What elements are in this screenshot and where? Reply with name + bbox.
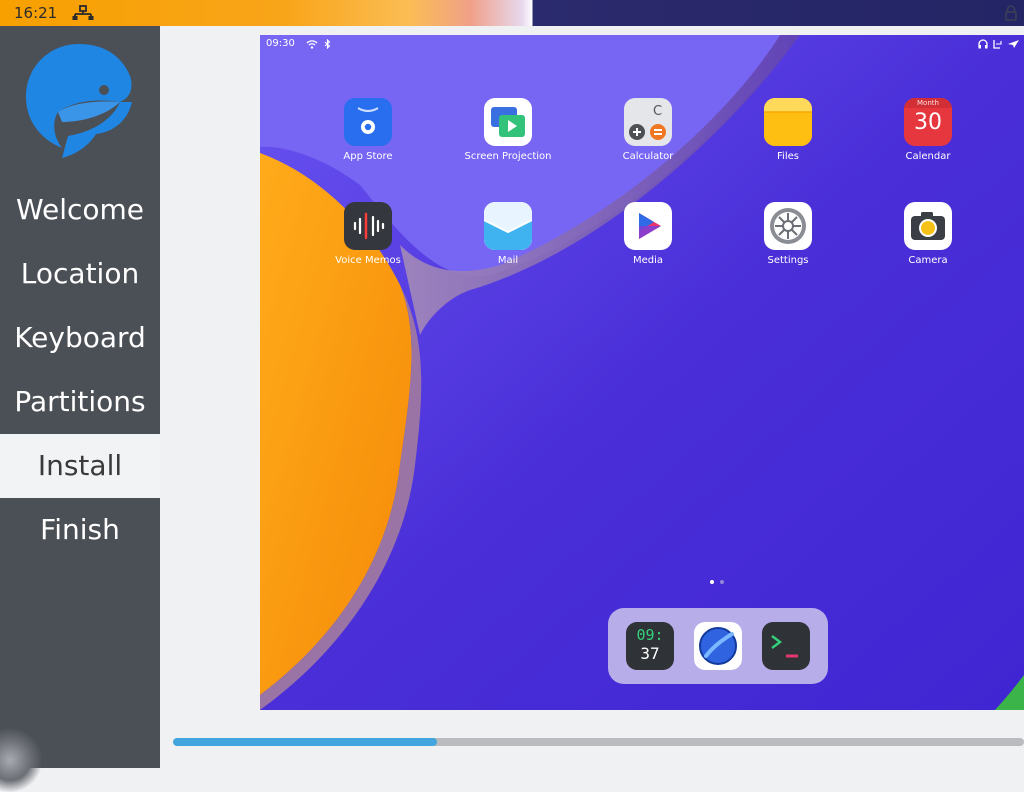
app-voice-memos[interactable]: Voice Memos <box>313 202 423 266</box>
top-status-bar: 16:21 <box>0 0 1024 26</box>
app-mail[interactable]: Mail <box>453 202 563 266</box>
app-calendar[interactable]: Month 30 Calendar <box>873 98 983 162</box>
files-icon <box>764 98 812 146</box>
app-label: Media <box>632 255 664 266</box>
screen-projection-icon <box>484 98 532 146</box>
dock-clock-hours: 09: <box>636 626 664 644</box>
corner-glow <box>0 728 42 792</box>
install-slideshow: 09:30 App Store Screen Projection C Calc… <box>260 35 1024 710</box>
page-indicator[interactable] <box>708 580 728 586</box>
wifi-icon <box>306 40 318 49</box>
install-progress-bar <box>173 738 1024 746</box>
app-screen-projection[interactable]: Screen Projection <box>453 98 563 162</box>
sidebar-item-install[interactable]: Install <box>0 434 160 498</box>
app-label: App Store <box>343 151 393 162</box>
app-label: Files <box>777 151 799 162</box>
app-label: Calculator <box>622 151 674 162</box>
media-icon <box>624 202 672 250</box>
svg-text:C: C <box>653 104 662 119</box>
app-label: Mail <box>497 255 519 266</box>
calculator-icon: C <box>624 98 672 146</box>
sidebar-item-location[interactable]: Location <box>0 242 160 306</box>
camera-icon <box>904 202 952 250</box>
app-app-store[interactable]: App Store <box>313 98 423 162</box>
page-dot[interactable] <box>720 580 724 584</box>
page-dot-active[interactable] <box>710 580 714 584</box>
dock: 09: 37 <box>608 608 828 684</box>
settings-icon <box>764 202 812 250</box>
app-label: Voice Memos <box>335 255 401 266</box>
app-media[interactable]: Media <box>593 202 703 266</box>
app-camera[interactable]: Camera <box>873 202 983 266</box>
app-label: Settings <box>767 255 809 266</box>
sidebar-item-partitions[interactable]: Partitions <box>0 370 160 434</box>
clock: 16:21 <box>14 4 58 22</box>
slide-status-time: 09:30 <box>266 38 295 49</box>
app-label: Camera <box>908 255 948 266</box>
bluetooth-icon <box>324 39 331 49</box>
sidebar-item-keyboard[interactable]: Keyboard <box>0 306 160 370</box>
mail-icon <box>484 202 532 250</box>
app-store-icon <box>344 98 392 146</box>
voice-memos-icon <box>344 202 392 250</box>
clock-icon[interactable]: 09: 37 <box>626 622 674 670</box>
main-content: 09:30 App Store Screen Projection C Calc… <box>160 26 1024 768</box>
dock-clock-minutes: 37 <box>640 644 660 663</box>
calendar-month: Month <box>917 99 939 107</box>
sidebar: Welcome Location Keyboard Partitions Ins… <box>0 26 160 792</box>
sidebar-item-welcome[interactable]: Welcome <box>0 178 160 242</box>
app-settings[interactable]: Settings <box>733 202 843 266</box>
status-indicators-icon <box>978 39 1019 49</box>
fish-logo-icon <box>26 44 132 158</box>
app-label: Calendar <box>905 151 951 162</box>
network-wired-icon[interactable] <box>72 5 94 21</box>
app-label: Screen Projection <box>464 151 552 162</box>
app-calculator[interactable]: C Calculator <box>593 98 703 162</box>
calendar-icon: Month 30 <box>904 98 952 146</box>
sidebar-item-finish[interactable]: Finish <box>0 498 160 562</box>
lock-icon[interactable] <box>1004 5 1018 21</box>
install-progress-fill <box>173 738 437 746</box>
browser-icon[interactable] <box>694 622 742 670</box>
calendar-day: 30 <box>914 110 942 135</box>
app-files[interactable]: Files <box>733 98 843 162</box>
terminal-icon[interactable] <box>762 622 810 670</box>
